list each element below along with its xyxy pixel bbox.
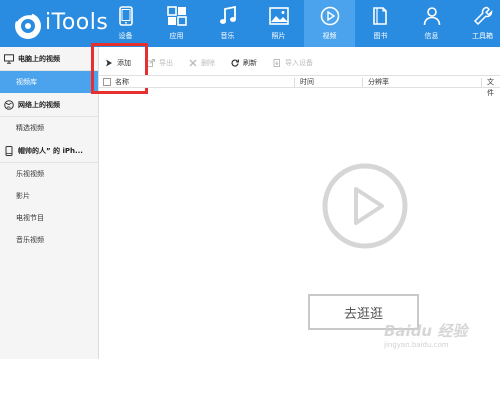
delete-label: 删除 <box>201 59 215 67</box>
browse-button-label: 去逛逛 <box>343 306 383 322</box>
nav-photos[interactable]: 照片 <box>253 0 304 47</box>
export-label: 导出 <box>159 59 173 67</box>
photo-icon <box>268 7 289 25</box>
nav-toolbox[interactable]: 工具箱 <box>457 0 500 47</box>
sidebar-item-label: 视频库 <box>16 78 37 86</box>
refresh-button[interactable]: 刷新 <box>231 58 257 68</box>
column-divider[interactable] <box>481 78 482 87</box>
nav-device[interactable]: 设备 <box>100 0 151 47</box>
table-header: 名称 时间 分辨率 文件 <box>99 75 500 97</box>
sidebar-item-tv-shows[interactable]: 电视节目 <box>0 207 98 229</box>
tablet-icon <box>118 6 133 26</box>
watermark: Baidu 经验 jingyan.baidu.com <box>384 320 500 360</box>
music-note-icon <box>219 6 236 24</box>
refresh-label: 刷新 <box>243 59 257 67</box>
sidebar-item-movies[interactable]: 影片 <box>0 185 98 207</box>
sidebar-section-label: 电脑上的视频 <box>18 54 60 63</box>
top-bar: iTools 设备 应用 音乐 照片 视频 图书 信息 工具箱 <box>0 0 500 47</box>
book-icon <box>372 7 387 25</box>
sidebar-item-music-videos[interactable]: 音乐视频 <box>0 229 98 251</box>
watermark-url: jingyan.baidu.com <box>384 341 449 349</box>
app-logo: iTools <box>0 0 108 47</box>
refresh-icon <box>231 59 239 67</box>
import-label: 导入设备 <box>285 59 313 67</box>
column-header-file[interactable]: 文件 <box>487 77 500 97</box>
apps-grid-icon <box>166 6 187 26</box>
import-icon <box>273 59 280 67</box>
phone-icon <box>5 145 13 156</box>
main-nav: 设备 应用 音乐 照片 视频 图书 信息 工具箱 <box>100 0 500 47</box>
column-header-resolution[interactable]: 分辨率 <box>368 77 389 88</box>
import-to-device-button[interactable]: 导入设备 <box>273 58 313 68</box>
close-icon <box>189 59 197 67</box>
play-circle-icon <box>320 6 339 26</box>
monitor-icon <box>4 53 14 64</box>
column-divider[interactable] <box>362 78 363 87</box>
column-header-time[interactable]: 时间 <box>300 77 314 88</box>
nav-music-label: 音乐 <box>220 32 235 40</box>
wrench-icon <box>473 6 492 26</box>
watermark-text: Baidu 经验 <box>384 322 468 340</box>
sidebar-section-label: 帽帅的人” 的 iPh... <box>18 146 83 155</box>
sidebar-item-label: 影片 <box>16 192 30 200</box>
itools-logo-icon <box>15 12 41 39</box>
export-icon <box>147 59 155 67</box>
nav-info-label: 信息 <box>424 32 439 40</box>
sidebar-item-video-library[interactable]: 视频库 <box>0 71 98 93</box>
select-all-checkbox[interactable] <box>103 78 111 86</box>
sidebar-section-pc-videos[interactable]: 电脑上的视频 <box>0 47 98 71</box>
delete-button[interactable]: 删除 <box>189 58 215 68</box>
export-button[interactable]: 导出 <box>147 58 173 68</box>
sidebar-item-label: 乐视视频 <box>16 170 44 178</box>
nav-books[interactable]: 图书 <box>355 0 406 47</box>
column-header-name[interactable]: 名称 <box>115 77 129 88</box>
person-icon <box>423 7 440 26</box>
sidebar-item-label: 电视节目 <box>16 214 44 222</box>
app-title: iTools <box>45 10 109 35</box>
sidebar: 电脑上的视频 视频库 网络上的视频 精选视频 帽帅的人” 的 iPh... 乐视… <box>0 47 99 359</box>
column-divider[interactable] <box>294 78 295 87</box>
empty-play-icon <box>322 163 408 249</box>
nav-toolbox-label: 工具箱 <box>472 32 493 40</box>
sidebar-section-online-videos[interactable]: 网络上的视频 <box>0 93 98 117</box>
nav-device-label: 设备 <box>118 32 133 40</box>
sidebar-item-featured-videos[interactable]: 精选视频 <box>0 117 98 139</box>
nav-apps-label: 应用 <box>169 32 184 40</box>
sidebar-item-letv-videos[interactable]: 乐视视频 <box>0 163 98 185</box>
sidebar-section-label: 网络上的视频 <box>18 100 60 109</box>
nav-music[interactable]: 音乐 <box>202 0 253 47</box>
nav-books-label: 图书 <box>373 32 388 40</box>
nav-apps[interactable]: 应用 <box>151 0 202 47</box>
toolbar: 添加 导出 删除 刷新 导入设备 <box>99 53 500 73</box>
sidebar-item-label: 精选视频 <box>16 124 44 132</box>
sidebar-item-label: 音乐视频 <box>16 236 44 244</box>
nav-info[interactable]: 信息 <box>406 0 457 47</box>
nav-video-label: 视频 <box>322 32 337 40</box>
globe-icon <box>4 99 14 110</box>
nav-video[interactable]: 视频 <box>304 0 355 47</box>
sidebar-section-device[interactable]: 帽帅的人” 的 iPh... <box>0 139 98 163</box>
nav-photos-label: 照片 <box>271 32 286 40</box>
